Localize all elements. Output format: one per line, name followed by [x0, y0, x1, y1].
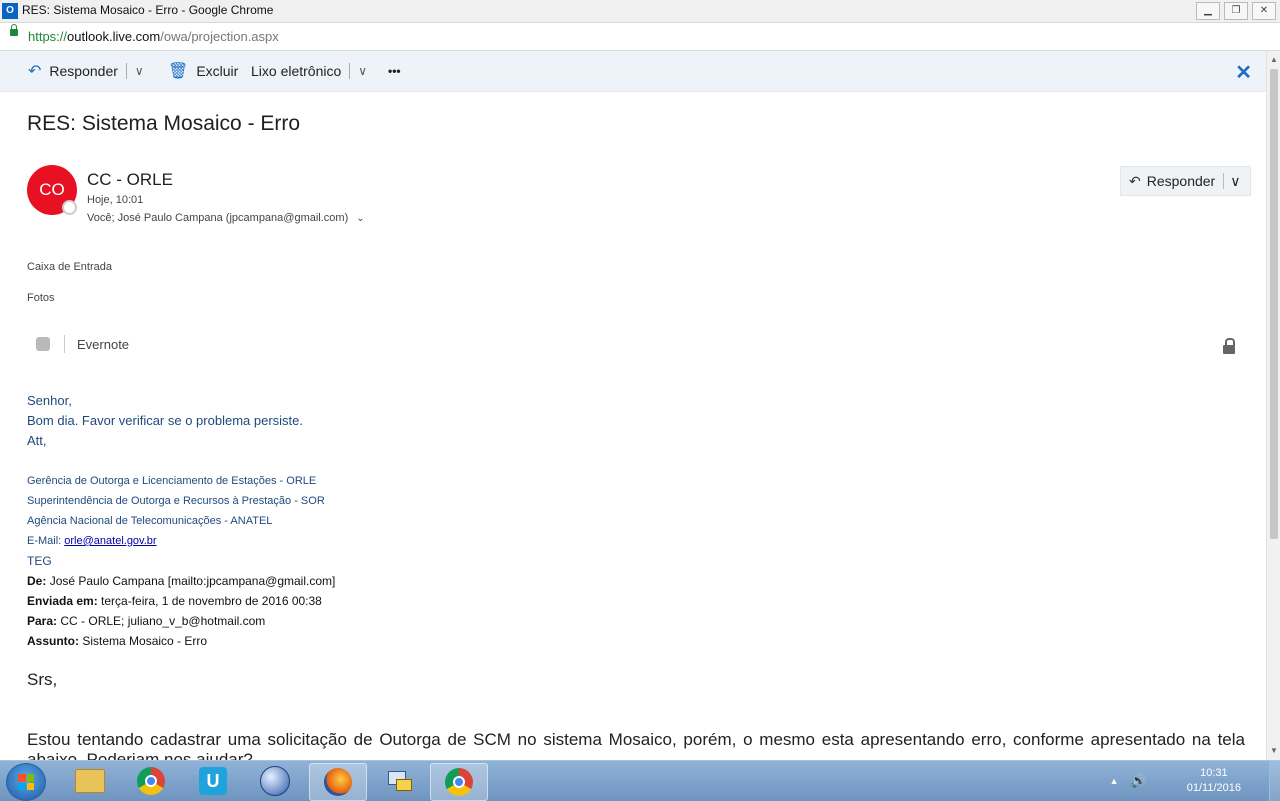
maximize-button[interactable]: ❐: [1224, 2, 1248, 20]
scroll-thumb[interactable]: [1270, 69, 1278, 539]
tray-expand-icon[interactable]: ▲: [1110, 776, 1119, 786]
body-greeting: Senhor,: [27, 393, 72, 408]
signature-line: Superintendência de Outorga e Recursos à…: [27, 495, 325, 507]
window-title: RES: Sistema Mosaico - Erro - Google Chr…: [22, 3, 274, 17]
reply-icon: ↶: [1129, 172, 1141, 189]
outlook-app-icon: O: [2, 3, 18, 19]
reply-button[interactable]: ↶ Responder ∨: [1120, 166, 1251, 196]
recipients-line: Você; José Paulo Campana (jpcampana@gmai…: [87, 212, 365, 224]
taskbar-u-app-icon[interactable]: U: [185, 763, 241, 799]
quoted-sent: Enviada em: terça-feira, 1 de novembro d…: [27, 594, 322, 608]
body-line: Bom dia. Favor verificar se o problema p…: [27, 413, 303, 428]
signature-teg: TEG: [27, 554, 52, 568]
scroll-up-arrow-icon[interactable]: ▲: [1269, 55, 1279, 65]
folder-tag-photos[interactable]: Fotos: [27, 292, 55, 304]
signature-line: Agência Nacional de Telecomunicações - A…: [27, 515, 273, 527]
taskbar-swirl-app-icon[interactable]: [247, 763, 303, 799]
evernote-icon: [36, 337, 50, 351]
junk-label: Lixo eletrônico: [251, 63, 342, 79]
taskbar-chrome-active-icon[interactable]: [430, 763, 488, 801]
delete-button[interactable]: 🗑 Excluir: [168, 51, 238, 91]
quoted-subject: Assunto: Sistema Mosaico - Erro: [27, 634, 208, 648]
taskbar-firefox-icon[interactable]: [309, 763, 367, 801]
body-srs: Srs,: [27, 670, 58, 689]
lock-icon[interactable]: [1222, 338, 1236, 354]
chevron-down-icon[interactable]: ∨: [358, 64, 367, 78]
close-icon[interactable]: ✕: [1235, 60, 1252, 85]
junk-button[interactable]: Lixo eletrônico ∨: [251, 51, 367, 91]
clock-date: 01/11/2016: [1186, 782, 1241, 794]
more-actions-button[interactable]: •••: [388, 51, 401, 91]
chevron-down-icon[interactable]: ∨: [1230, 173, 1240, 190]
address-bar[interactable]: https://outlook.live.com/owa/projection.…: [0, 23, 1280, 51]
taskbar-folder-icon[interactable]: [62, 763, 118, 799]
evernote-addin[interactable]: Evernote: [36, 335, 129, 353]
evernote-label: Evernote: [77, 336, 130, 352]
clock[interactable]: 10:31 01/11/2016: [1187, 766, 1241, 796]
taskbar: U ▲ 🔊 10:31 01/11/2016: [0, 760, 1280, 801]
chevron-down-icon[interactable]: ∨: [135, 64, 144, 78]
message-time: Hoje, 10:01: [87, 194, 144, 206]
windows-logo-icon: [18, 774, 34, 790]
speaker-icon[interactable]: 🔊: [1131, 773, 1147, 789]
body-paragraph: Estou tentando cadastrar uma solicitação…: [27, 730, 1245, 760]
folder-tag-inbox[interactable]: Caixa de Entrada: [27, 261, 112, 273]
message-toolbar: ↶ Responder ∨ 🗑 Excluir Lixo eletrônico …: [0, 51, 1266, 92]
reply-label: Responder: [49, 63, 118, 79]
taskbar-network-icon[interactable]: [371, 763, 427, 799]
vertical-scrollbar[interactable]: ▲ ▼: [1266, 51, 1280, 760]
secure-lock-icon: [10, 24, 18, 36]
expand-recipients-icon[interactable]: ⌄: [356, 213, 364, 224]
signature-email-line: E-Mail: orle@anatel.gov.br: [27, 535, 157, 547]
clock-time: 10:31: [1200, 767, 1228, 779]
recipients-text: Você; José Paulo Campana (jpcampana@gmai…: [87, 212, 349, 224]
show-desktop-button[interactable]: [1269, 761, 1280, 801]
presence-status-icon: [62, 200, 77, 215]
body-closing: Att,: [27, 433, 47, 448]
scroll-down-arrow-icon[interactable]: ▼: [1269, 746, 1279, 756]
start-button[interactable]: [6, 763, 46, 801]
sender-name[interactable]: CC - ORLE: [87, 170, 173, 190]
message-subject: RES: Sistema Mosaico - Erro: [27, 112, 301, 135]
system-tray: ▲ 🔊 10:31 01/11/2016: [1110, 761, 1280, 801]
close-window-button[interactable]: ✕: [1252, 2, 1276, 20]
quoted-to: Para: CC - ORLE; juliano_v_b@hotmail.com: [27, 614, 266, 628]
delete-label: Excluir: [196, 63, 239, 79]
reply-button-label: Responder: [1146, 173, 1216, 189]
window-titlebar: O RES: Sistema Mosaico - Erro - Google C…: [0, 0, 1280, 23]
trash-icon: 🗑: [168, 63, 189, 80]
taskbar-chrome-icon[interactable]: [123, 763, 179, 799]
minimize-button[interactable]: ▁: [1196, 2, 1220, 20]
url-text[interactable]: https://outlook.live.com/owa/projection.…: [28, 29, 279, 44]
email-link[interactable]: orle@anatel.gov.br: [64, 535, 156, 547]
reply-toolbar-button[interactable]: ↶ Responder ∨: [28, 51, 144, 91]
reply-icon: ↶: [28, 63, 42, 80]
quoted-from: De: José Paulo Campana [mailto:jpcampana…: [27, 574, 336, 588]
signature-line: Gerência de Outorga e Licenciamento de E…: [27, 475, 317, 487]
